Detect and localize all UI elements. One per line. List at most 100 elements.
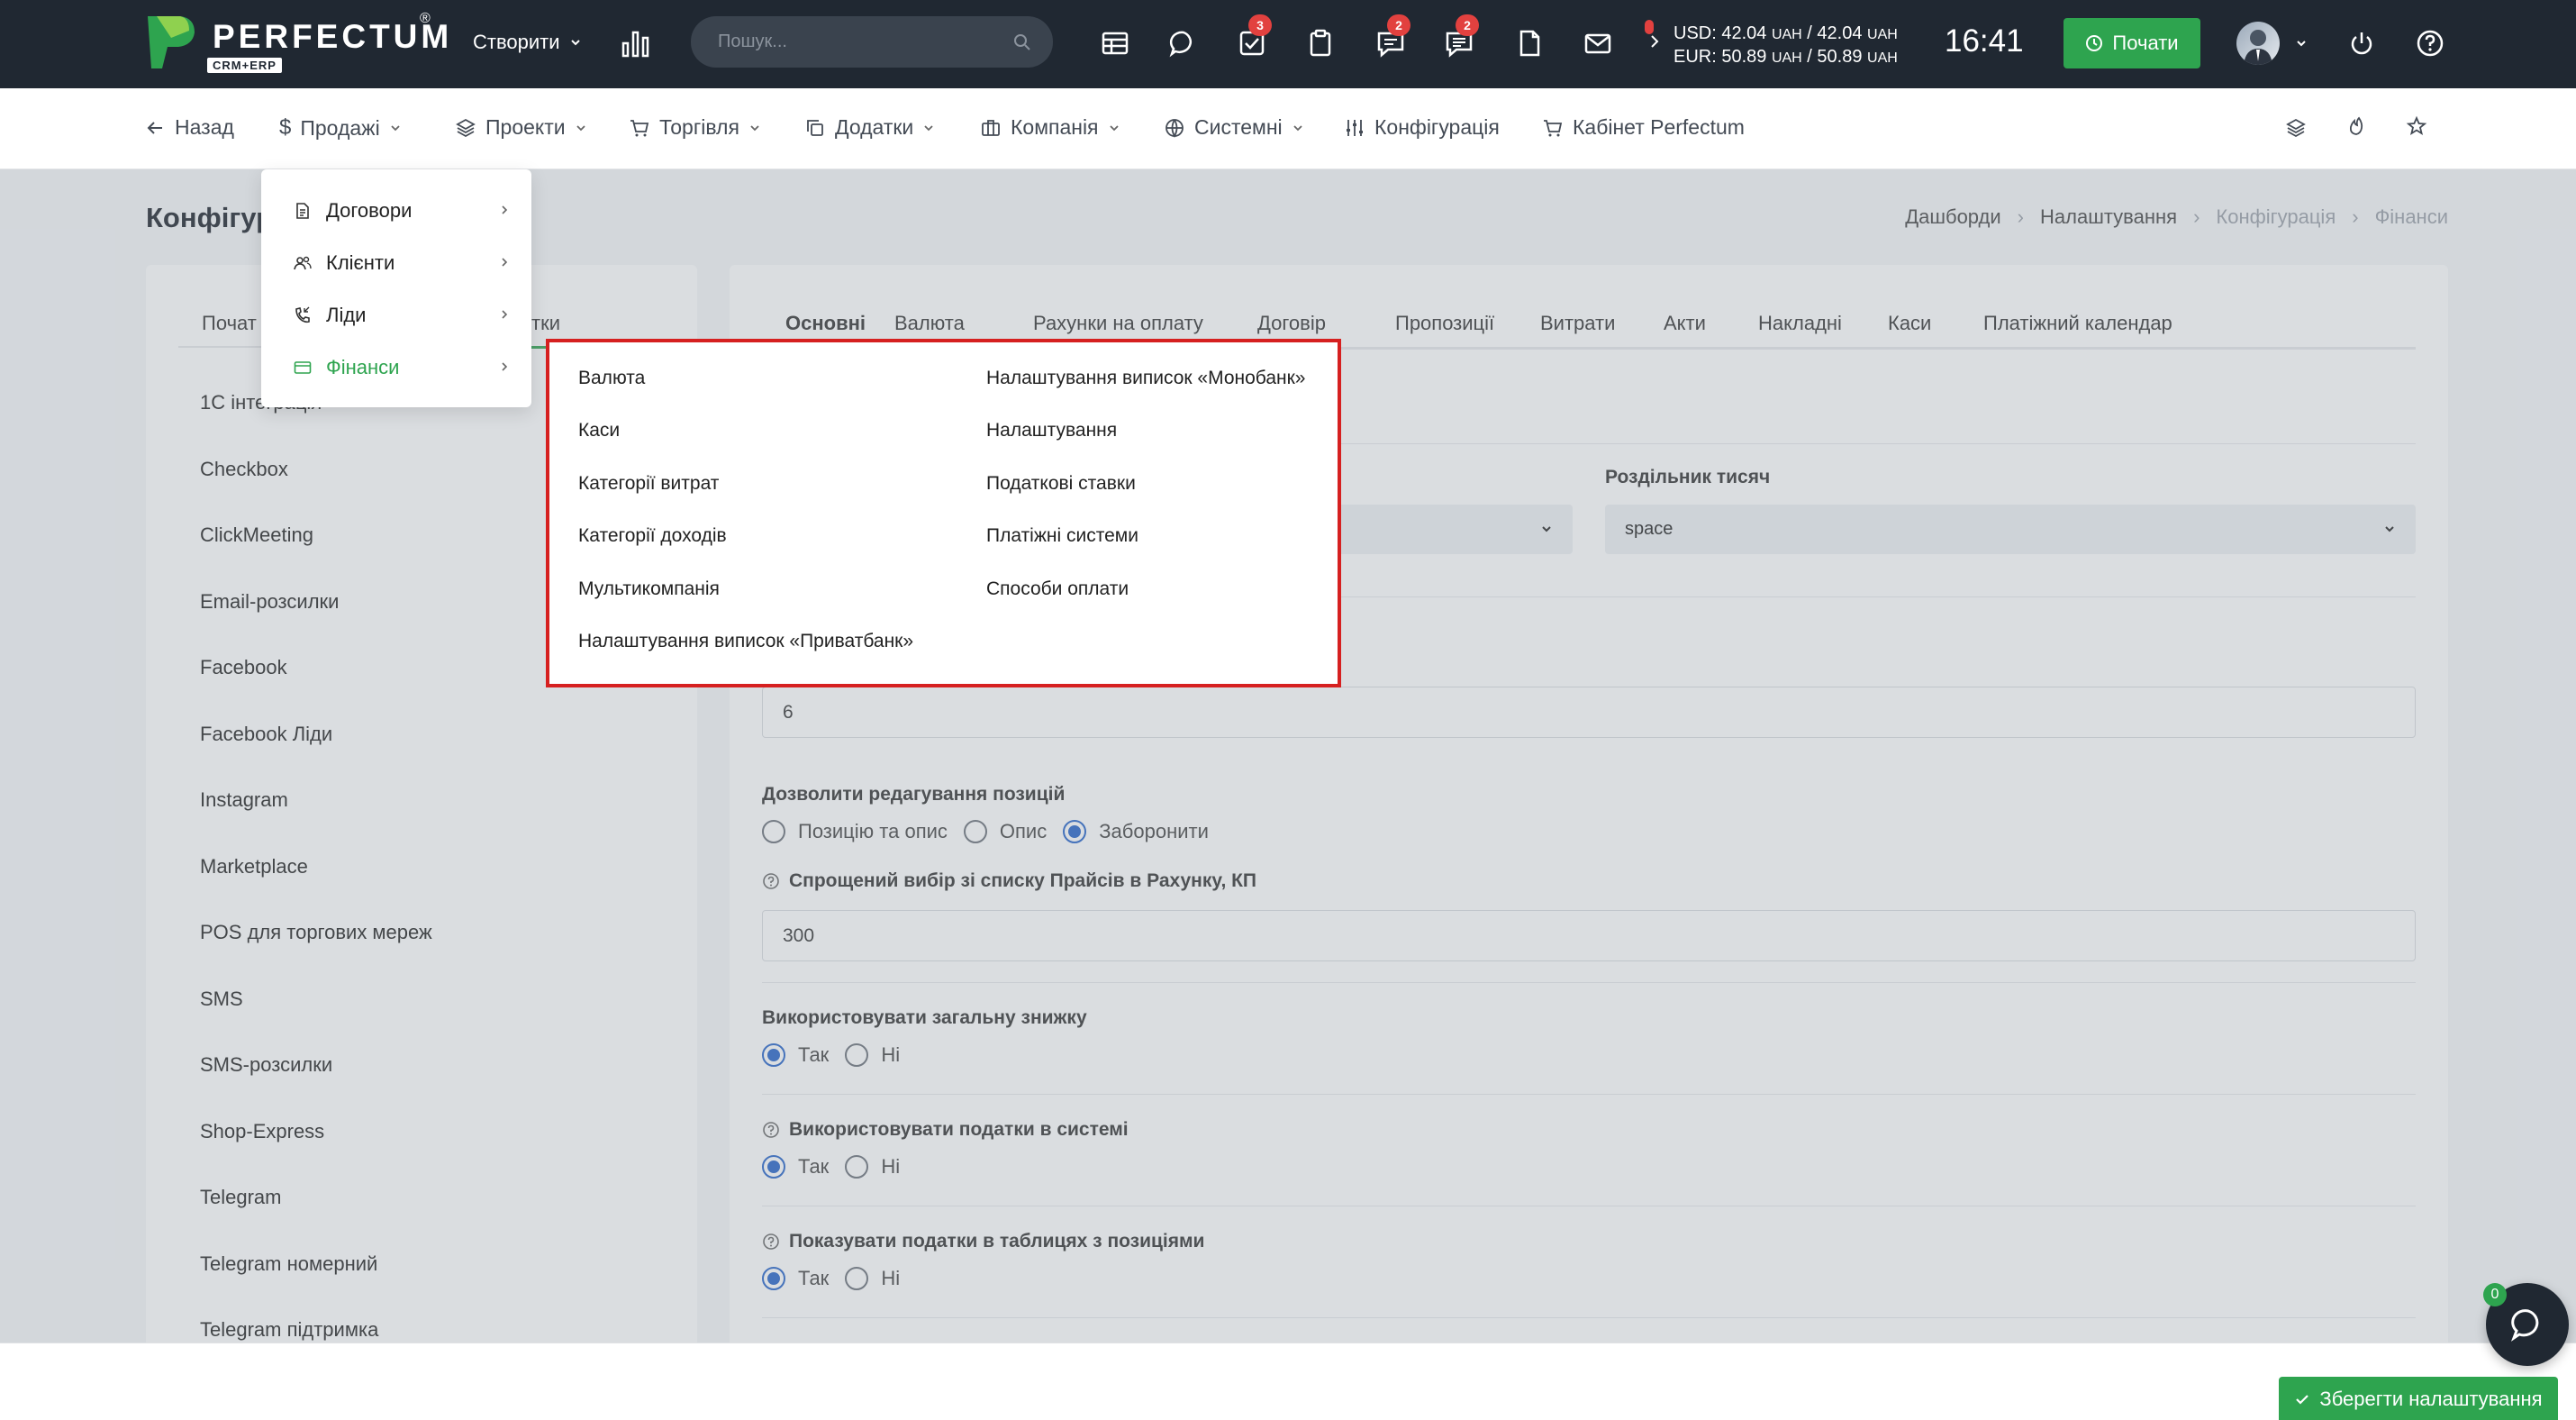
thousand-separator-select[interactable]: space <box>1605 505 2416 554</box>
logo[interactable]: PERFECTUM ® CRM+ERP <box>144 11 452 73</box>
radio-no[interactable]: Ні <box>845 1267 900 1290</box>
radio-circle-selected[interactable] <box>762 1155 785 1179</box>
nav-projects[interactable]: Проекти <box>455 115 587 140</box>
radio-circle-selected[interactable] <box>762 1043 785 1067</box>
start-timer-button[interactable]: Почати <box>2064 18 2200 68</box>
menu-item-clients[interactable]: Клієнти <box>294 247 510 279</box>
fire-icon[interactable] <box>2345 115 2367 137</box>
list-item[interactable]: SMS <box>200 986 432 1052</box>
menu-item-leads[interactable]: Ліди <box>294 299 510 332</box>
save-settings-button[interactable]: Зберегти налаштування <box>2279 1377 2558 1420</box>
calendar-table-icon[interactable] <box>1099 27 1131 59</box>
submenu-expense-categories[interactable]: Категорії витрат <box>578 473 719 495</box>
submenu-currency[interactable]: Валюта <box>578 368 645 389</box>
radio-circle[interactable] <box>845 1267 869 1290</box>
radio-circle[interactable] <box>762 820 785 843</box>
submenu-monobank-statements[interactable]: Налаштування виписок «Монобанк» <box>986 368 1305 389</box>
submenu-payment-systems[interactable]: Платіжні системи <box>986 525 1138 547</box>
tab-currency[interactable]: Валюта <box>894 312 965 335</box>
bar-chart-icon[interactable] <box>620 27 652 59</box>
tab-contract[interactable]: Договір <box>1257 312 1326 335</box>
clipboard-icon[interactable] <box>1304 27 1337 59</box>
list-item[interactable]: POS для торгових мереж <box>200 919 432 986</box>
list-item[interactable]: Checkbox <box>200 456 432 523</box>
list-item[interactable]: Marketplace <box>200 853 432 920</box>
list-item[interactable]: Instagram <box>200 787 432 853</box>
breadcrumb-configuration[interactable]: Конфігурація <box>2216 205 2336 229</box>
nav-addons[interactable]: Додатки <box>804 115 935 140</box>
breadcrumb-finance: Фінанси <box>2374 205 2448 228</box>
radio-circle-selected[interactable] <box>762 1267 785 1290</box>
radio-circle[interactable] <box>845 1155 869 1179</box>
nav-cabinet[interactable]: Кабінет Perfectum <box>1542 115 1745 140</box>
menu-item-finance[interactable]: Фінанси <box>294 351 510 384</box>
chevron-down-icon[interactable] <box>2295 37 2308 50</box>
radio-no[interactable]: Ні <box>845 1043 900 1067</box>
radio-circle-selected[interactable] <box>1063 820 1087 843</box>
tab-settings[interactable]: тки <box>531 312 560 335</box>
tab-invoices[interactable]: Рахунки на оплату <box>1033 312 1203 335</box>
tab-proposals[interactable]: Пропозиції <box>1395 312 1494 335</box>
radio-no[interactable]: Ні <box>845 1155 900 1179</box>
menu-item-contracts[interactable]: Договори <box>294 195 510 227</box>
tab-expenses[interactable]: Витрати <box>1540 312 1615 335</box>
nav-company-label: Компанія <box>1011 115 1099 139</box>
list-item[interactable]: Telegram номерний <box>200 1251 432 1317</box>
list-item[interactable]: Facebook Ліди <box>200 721 432 787</box>
radio-circle[interactable] <box>963 820 987 843</box>
nav-company[interactable]: Компанія <box>980 115 1120 140</box>
radio-forbid[interactable]: Заборонити <box>1063 820 1209 843</box>
list-item[interactable]: Facebook <box>200 654 432 721</box>
price-select-input[interactable]: 300 <box>762 910 2416 961</box>
breadcrumb-settings[interactable]: Налаштування <box>2040 205 2177 229</box>
submenu-tax-rates[interactable]: Податкові ставки <box>986 473 1136 495</box>
submenu-payment-methods[interactable]: Способи оплати <box>986 578 1129 600</box>
search-input[interactable] <box>718 16 1006 68</box>
radio-description[interactable]: Опис <box>963 820 1047 843</box>
radio-position-and-description[interactable]: Позицію та опис <box>762 820 948 843</box>
document-icon[interactable] <box>1513 27 1546 59</box>
tab-payment-calendar[interactable]: Платіжний календар <box>1983 312 2172 335</box>
submenu-income-categories[interactable]: Категорії доходів <box>578 525 727 547</box>
star-icon[interactable] <box>2406 115 2427 137</box>
radio-yes[interactable]: Так <box>762 1155 829 1179</box>
breadcrumb-dashboards[interactable]: Дашборди <box>1905 205 2000 229</box>
question-circle-icon[interactable] <box>762 872 780 890</box>
avatar[interactable] <box>2236 22 2280 65</box>
decimals-input[interactable]: 6 <box>762 687 2416 738</box>
chat-bubble-icon[interactable] <box>1167 27 1200 59</box>
tab-cash-desks[interactable]: Каси <box>1888 312 1931 335</box>
chevron-right-icon[interactable] <box>1648 32 1661 50</box>
question-circle-icon[interactable] <box>762 1233 780 1251</box>
nav-sales[interactable]: $ Продажі <box>279 115 402 141</box>
tab-main[interactable]: Основні <box>785 312 866 335</box>
radio-yes[interactable]: Так <box>762 1043 829 1067</box>
power-icon[interactable] <box>2345 27 2378 59</box>
tab-start[interactable]: Почат <box>202 312 257 335</box>
create-dropdown-button[interactable]: Створити <box>473 27 582 58</box>
submenu-settings[interactable]: Налаштування <box>986 420 1117 441</box>
breadcrumb-separator: › <box>2193 205 2200 228</box>
radio-yes[interactable]: Так <box>762 1267 829 1290</box>
nav-trade[interactable]: Торгівля <box>629 115 761 140</box>
tab-waybills[interactable]: Накладні <box>1758 312 1842 335</box>
submenu-cash-desks[interactable]: Каси <box>578 420 620 441</box>
tab-acts[interactable]: Акти <box>1664 312 1706 335</box>
nav-back[interactable]: Назад <box>144 115 234 140</box>
help-icon[interactable] <box>2414 27 2446 59</box>
layers-icon[interactable] <box>2285 117 2307 139</box>
search-box[interactable] <box>691 16 1053 68</box>
radio-circle[interactable] <box>845 1043 869 1067</box>
question-circle-icon[interactable] <box>762 1121 780 1139</box>
list-item[interactable]: ClickMeeting <box>200 522 432 588</box>
list-item[interactable]: SMS-розсилки <box>200 1051 432 1118</box>
nav-configuration[interactable]: Конфігурація <box>1344 115 1500 140</box>
submenu-multicompany[interactable]: Мультикомпанія <box>578 578 720 600</box>
nav-system[interactable]: Системні <box>1164 115 1304 140</box>
submenu-privatbank-statements[interactable]: Налаштування виписок «Приватбанк» <box>578 631 913 652</box>
list-item[interactable]: Email-розсилки <box>200 588 432 655</box>
search-icon[interactable] <box>1013 33 1031 51</box>
list-item[interactable]: Shop-Express <box>200 1118 432 1185</box>
mail-icon[interactable] <box>1582 27 1614 59</box>
list-item[interactable]: Telegram <box>200 1184 432 1251</box>
